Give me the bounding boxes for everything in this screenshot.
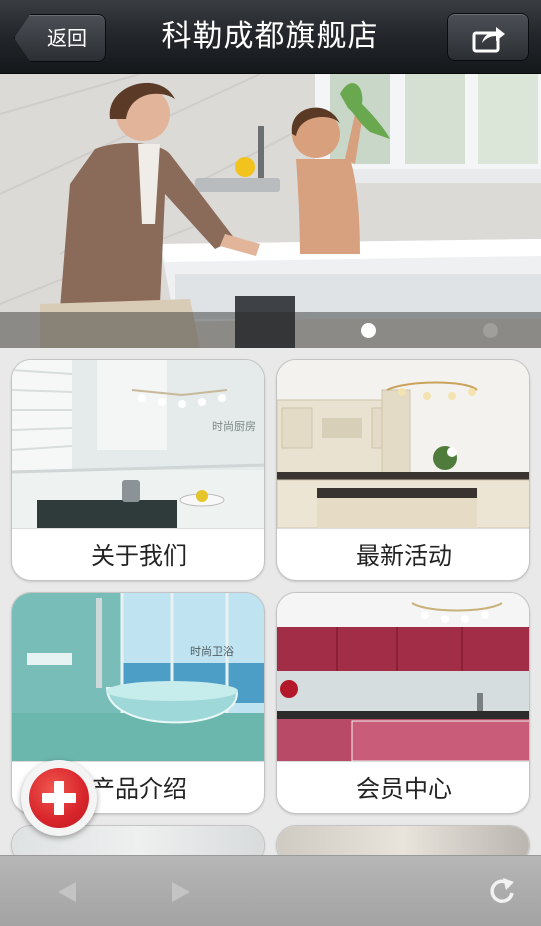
bathroom-photo: 时尚卫浴: [12, 593, 264, 761]
banner-photo: [0, 74, 541, 348]
plus-icon: [29, 768, 89, 828]
svg-text:时尚厨房: 时尚厨房: [212, 419, 256, 433]
carousel-indicator: [0, 312, 541, 348]
tile-label: 会员中心: [277, 761, 529, 813]
top-nav-bar: 返回 科勒成都旗舰店: [0, 0, 541, 74]
tile-label: 最新活动: [277, 528, 529, 580]
forward-arrow-icon[interactable]: [170, 880, 192, 904]
tile-label: 关于我们: [12, 528, 264, 580]
kitchen-photo: 时尚厨房: [12, 360, 264, 528]
browser-toolbar: [0, 855, 541, 926]
svg-text:时尚卫浴: 时尚卫浴: [190, 644, 234, 658]
red-kitchen-photo: [277, 593, 529, 761]
carousel-dot[interactable]: [483, 323, 498, 338]
refresh-icon[interactable]: [488, 876, 516, 906]
latest-events-tile[interactable]: 最新活动: [276, 359, 530, 581]
share-button[interactable]: [447, 13, 529, 61]
cabinet-photo: [277, 360, 529, 528]
page-title: 科勒成都旗舰店: [161, 19, 379, 54]
about-us-tile[interactable]: 时尚厨房 关于我们: [11, 359, 265, 581]
back-button[interactable]: 返回: [14, 14, 106, 62]
back-arrow-icon[interactable]: [56, 880, 78, 904]
promo-banner[interactable]: [0, 74, 541, 348]
share-icon: [472, 27, 505, 53]
member-center-tile[interactable]: 会员中心: [276, 592, 530, 814]
add-button[interactable]: [21, 760, 97, 836]
carousel-dot-active[interactable]: [361, 323, 376, 338]
